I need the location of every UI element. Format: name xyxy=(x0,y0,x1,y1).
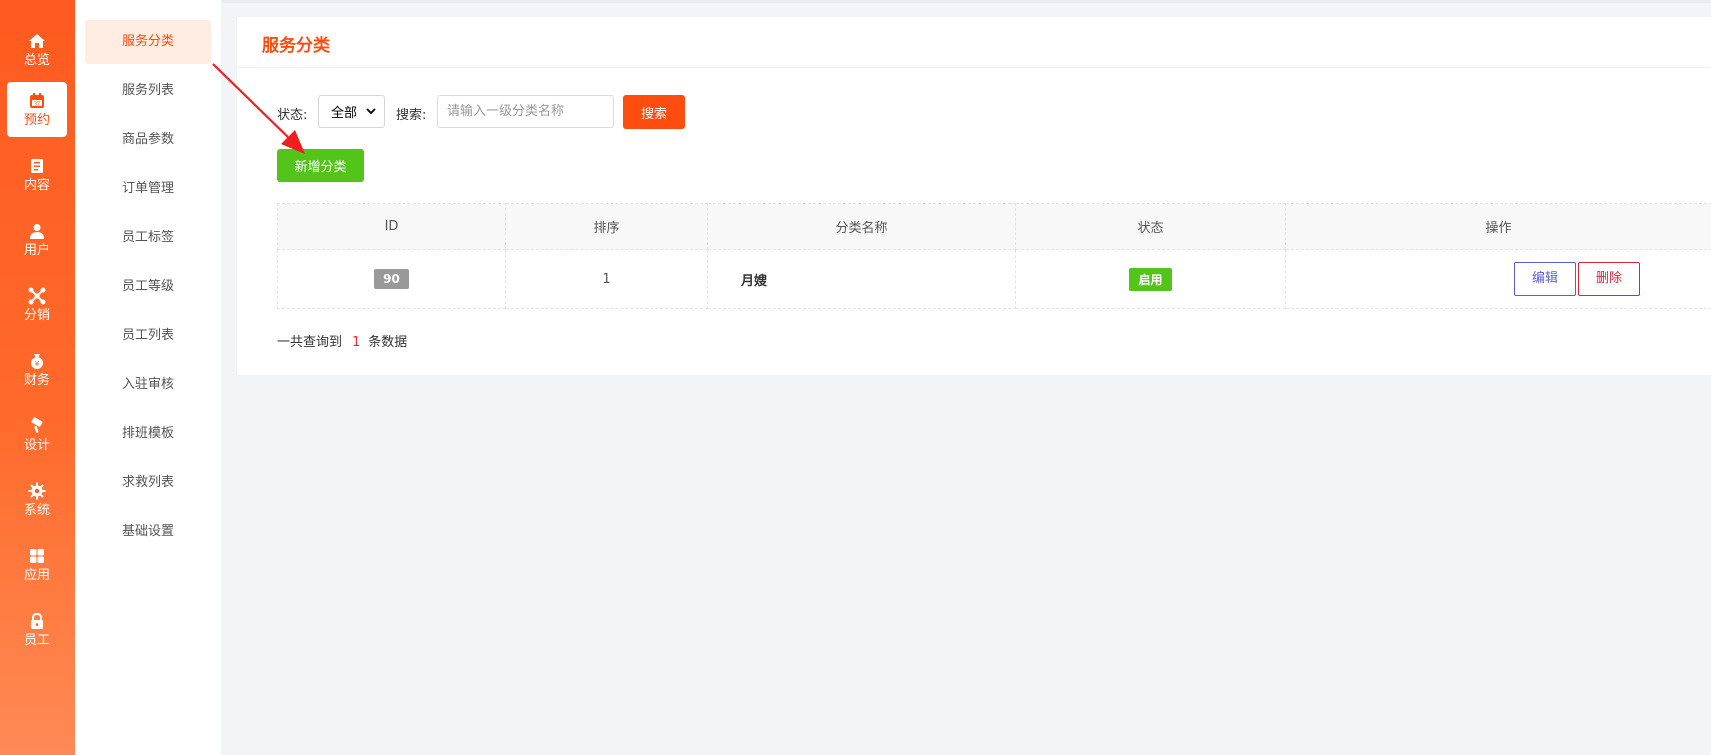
main-card: 服务分类 xyxy=(237,17,1711,375)
nav-label: 财务 xyxy=(23,372,50,388)
status-select[interactable]: 全部 xyxy=(318,95,385,128)
cell-status: 启用 xyxy=(1015,249,1286,309)
nav-item-staff[interactable]: 员工 xyxy=(7,602,67,657)
sub-item-product-params[interactable]: 商品参数 xyxy=(85,118,211,162)
money-bag-icon: ¥ xyxy=(31,353,43,369)
sub-menu: 服务分类 服务列表 商品参数 订单管理 员工标签 员工等级 员工列表 入驻审核 … xyxy=(75,0,221,755)
sub-item-basic-settings[interactable]: 基础设置 xyxy=(85,510,211,554)
nav-label: 用户 xyxy=(23,242,50,258)
nav-item-system[interactable]: 系统 xyxy=(7,472,67,527)
status-filter-label: 状态: xyxy=(277,108,308,123)
home-icon xyxy=(29,33,45,48)
delete-button[interactable]: 删除 xyxy=(1578,262,1640,296)
calendar-icon: 37 xyxy=(30,92,44,108)
svg-text:¥: ¥ xyxy=(35,360,40,368)
grid-icon xyxy=(30,548,44,563)
nav-item-user[interactable]: 用户 xyxy=(7,212,67,267)
sub-item-service-list[interactable]: 服务列表 xyxy=(85,69,211,113)
status-select-value: 全部 xyxy=(331,106,358,121)
cell-category-name: 月嫂 xyxy=(707,249,1016,309)
share-icon xyxy=(28,287,46,304)
category-table: ID 排序 分类名称 状态 操作 90 1 月嫂 启用 编辑 删除 xyxy=(277,203,1711,309)
nav-label: 内容 xyxy=(23,177,50,193)
status-badge[interactable]: 启用 xyxy=(1129,267,1172,291)
sub-item-shift-template[interactable]: 排班模板 xyxy=(85,412,211,456)
result-summary: 一共查询到 1 条数据 xyxy=(277,331,407,350)
nav-label: 应用 xyxy=(23,567,50,583)
sub-item-staff-list[interactable]: 员工列表 xyxy=(85,314,211,358)
column-header-status: 状态 xyxy=(1015,203,1286,250)
nav-label: 系统 xyxy=(23,502,50,518)
column-header-actions: 操作 xyxy=(1285,203,1711,250)
sub-item-sos-list[interactable]: 求救列表 xyxy=(85,461,211,505)
table-row: 90 1 月嫂 启用 编辑 删除 xyxy=(277,249,1711,309)
column-header-name: 分类名称 xyxy=(707,203,1016,250)
sub-item-staff-levels[interactable]: 员工等级 xyxy=(85,265,211,309)
lock-icon xyxy=(31,612,43,629)
gear-icon xyxy=(28,482,46,499)
nav-item-finance[interactable]: ¥ 财务 xyxy=(7,342,67,397)
cell-actions: 编辑 删除 xyxy=(1285,249,1711,309)
top-bar xyxy=(221,0,1711,3)
search-input[interactable] xyxy=(437,95,614,128)
user-icon xyxy=(30,223,44,239)
id-badge: 90 xyxy=(374,269,409,289)
chevron-down-icon xyxy=(366,108,376,115)
svg-text:37: 37 xyxy=(34,101,40,107)
sub-item-service-category[interactable]: 服务分类 xyxy=(85,20,211,64)
main-nav: 总览 37 预约 内容 用户 分销 ¥ 财务 设计 系统 应用 员工 xyxy=(0,0,75,755)
nav-item-apps[interactable]: 应用 xyxy=(7,537,67,592)
nav-item-content[interactable]: 内容 xyxy=(7,147,67,202)
nav-item-distribution[interactable]: 分销 xyxy=(7,277,67,332)
edit-button[interactable]: 编辑 xyxy=(1514,262,1576,296)
search-label: 搜索: xyxy=(396,108,427,123)
document-icon xyxy=(31,158,43,173)
nav-label: 设计 xyxy=(23,437,50,453)
search-button[interactable]: 搜索 xyxy=(623,95,685,129)
page-title: 服务分类 xyxy=(262,36,330,56)
add-category-button[interactable]: 新增分类 xyxy=(277,149,364,182)
cell-id: 90 xyxy=(277,249,506,309)
nav-item-overview[interactable]: 总览 xyxy=(7,22,67,77)
sub-item-staff-tags[interactable]: 员工标签 xyxy=(85,216,211,260)
nav-label: 分销 xyxy=(23,307,50,323)
nav-label: 总览 xyxy=(23,52,50,68)
result-count: 1 xyxy=(352,335,361,350)
nav-label: 员工 xyxy=(23,632,50,648)
title-divider xyxy=(237,67,1711,68)
column-header-sort: 排序 xyxy=(505,203,708,250)
table-header-row: ID 排序 分类名称 状态 操作 xyxy=(277,203,1711,250)
column-header-id: ID xyxy=(277,203,506,250)
sub-item-onboarding-review[interactable]: 入驻审核 xyxy=(85,363,211,407)
nav-label: 预约 xyxy=(23,112,50,128)
summary-prefix: 一共查询到 xyxy=(277,335,343,350)
nav-item-design[interactable]: 设计 xyxy=(7,407,67,462)
sub-item-order-management[interactable]: 订单管理 xyxy=(85,167,211,211)
nav-item-booking[interactable]: 37 预约 xyxy=(7,82,67,137)
brush-icon xyxy=(31,416,43,433)
summary-suffix: 条数据 xyxy=(368,335,408,350)
cell-sort: 1 xyxy=(505,249,708,309)
